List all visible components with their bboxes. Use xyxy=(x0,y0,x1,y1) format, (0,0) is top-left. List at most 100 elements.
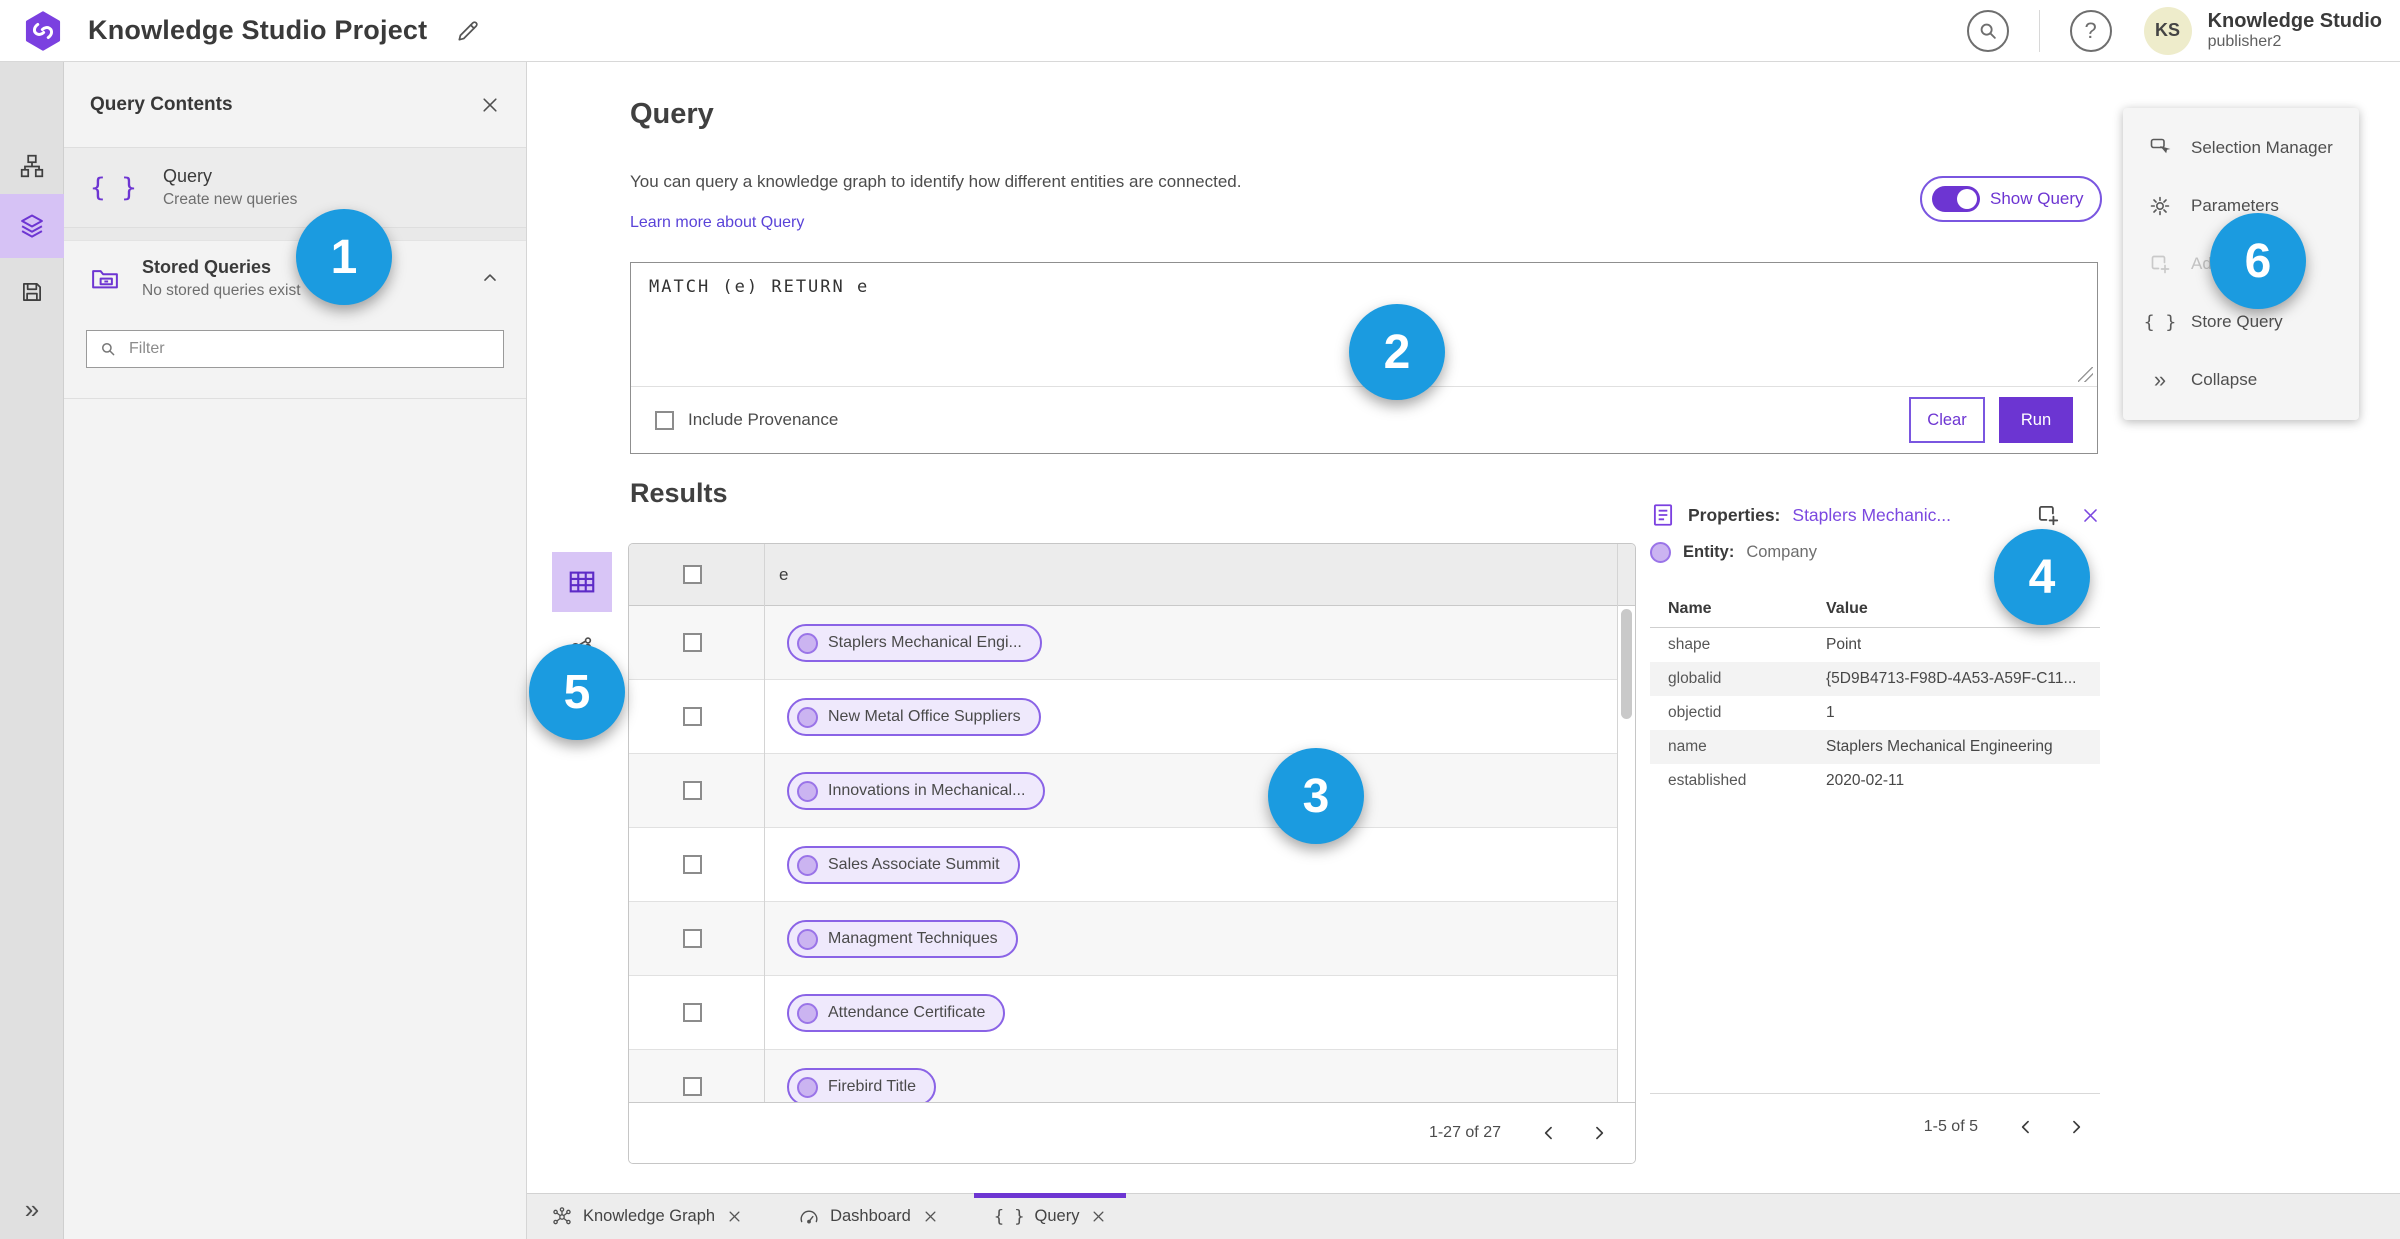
panel-item-query[interactable]: { } Query Create new queries xyxy=(64,148,526,228)
include-provenance-label: Include Provenance xyxy=(688,410,839,429)
table-row: Staplers Mechanical Engi... xyxy=(629,606,1617,680)
rail-layers-button-active[interactable] xyxy=(0,194,64,258)
top-bar-right: ? KS Knowledge Studio publisher2 xyxy=(1966,6,2382,55)
filter-input[interactable] xyxy=(129,340,491,358)
entity-pill[interactable]: Attendance Certificate xyxy=(787,994,1006,1032)
help-button[interactable]: ? xyxy=(2069,9,2112,52)
rail-save-button[interactable] xyxy=(0,266,64,318)
entity-dot-icon xyxy=(797,1002,818,1024)
entity-pill-label: New Metal Office Suppliers xyxy=(828,708,1021,725)
menu-item-label: Selection Manager xyxy=(2191,138,2333,157)
tab-dashboard[interactable]: Dashboard xyxy=(782,1194,954,1239)
next-page-button[interactable] xyxy=(2058,1109,2094,1145)
property-value: {5D9B4713-F98D-4A53-A59F-C11... xyxy=(1826,670,2077,687)
search-icon xyxy=(102,343,115,356)
close-icon[interactable] xyxy=(923,1209,938,1224)
top-bar: Knowledge Studio Project ? KS Knowledge … xyxy=(0,0,2400,62)
row-checkbox[interactable] xyxy=(683,1003,702,1022)
layers-icon xyxy=(21,214,43,238)
next-page-button[interactable] xyxy=(1581,1115,1617,1151)
property-row: shape Point xyxy=(1650,628,2100,662)
properties-doc-icon xyxy=(1650,502,1676,528)
collapse-caret-icon[interactable] xyxy=(480,268,500,288)
entity-pill[interactable]: Sales Associate Summit xyxy=(787,846,1020,884)
table-view-button-active[interactable] xyxy=(552,552,612,612)
toggle-knob xyxy=(1957,189,1977,209)
property-name: shape xyxy=(1668,636,1711,653)
results-title: Results xyxy=(630,478,728,508)
app-logo-icon[interactable] xyxy=(22,10,64,52)
show-query-label: Show Query xyxy=(1990,189,2084,208)
menu-item-label: Collapse xyxy=(2191,370,2258,389)
property-name: objectid xyxy=(1668,704,1722,721)
include-provenance-checkbox[interactable] xyxy=(655,410,674,430)
entity-pill-label: Innovations in Mechanical... xyxy=(828,782,1026,799)
table-row: Sales Associate Summit xyxy=(629,828,1617,902)
left-rail: » xyxy=(0,62,64,1239)
properties-close-icon[interactable] xyxy=(2081,506,2100,525)
search-button[interactable] xyxy=(1966,9,2009,52)
show-query-toggle[interactable]: Show Query xyxy=(1920,176,2102,222)
curly-braces-icon: { } xyxy=(90,172,137,203)
select-all-checkbox[interactable] xyxy=(683,565,702,584)
row-checkbox[interactable] xyxy=(683,781,702,800)
row-checkbox[interactable] xyxy=(683,1077,702,1096)
panel-item-stored-queries[interactable]: Stored Queries No stored queries exist xyxy=(64,242,526,314)
toggle-track xyxy=(1932,186,1980,212)
run-button[interactable]: Run xyxy=(1999,397,2073,443)
panel-close-icon[interactable] xyxy=(480,95,500,115)
entity-pill-label: Managment Techniques xyxy=(828,930,998,947)
close-icon[interactable] xyxy=(727,1209,742,1224)
double-chevron-right-icon: » xyxy=(24,1194,40,1224)
rail-expand-button[interactable]: » xyxy=(0,1194,64,1225)
row-checkbox[interactable] xyxy=(683,707,702,726)
entity-pill[interactable]: Firebird Title xyxy=(787,1068,937,1106)
tab-knowledge-graph[interactable]: Knowledge Graph xyxy=(535,1194,758,1239)
annotation-marker-2: 2 xyxy=(1349,304,1445,400)
avatar[interactable]: KS xyxy=(2143,6,2192,55)
menu-item-selection-manager[interactable]: Selection Manager xyxy=(2123,119,2359,177)
close-icon[interactable] xyxy=(1091,1209,1106,1224)
resize-handle[interactable] xyxy=(2078,367,2093,382)
entity-dot-icon xyxy=(797,780,818,802)
add-to-icon xyxy=(2147,252,2173,276)
learn-more-link[interactable]: Learn more about Query xyxy=(630,214,804,232)
stored-item-title: Stored Queries xyxy=(142,256,272,277)
entity-dot-icon xyxy=(797,706,818,728)
tab-query-active[interactable]: { } Query xyxy=(973,1193,1127,1239)
row-checkbox[interactable] xyxy=(683,633,702,652)
entity-dot-icon xyxy=(797,1076,818,1098)
table-row: Attendance Certificate xyxy=(629,976,1617,1050)
row-checkbox[interactable] xyxy=(683,855,702,874)
property-value: Point xyxy=(1826,636,1862,653)
property-row: established 2020-02-11 xyxy=(1650,764,2100,798)
properties-entity-link[interactable]: Staplers Mechanic... xyxy=(1792,505,1951,526)
previous-page-button[interactable] xyxy=(1531,1115,1567,1151)
add-to-selection-icon[interactable] xyxy=(2035,502,2061,528)
app-root: Knowledge Studio Project ? KS Knowledge … xyxy=(0,0,2400,1239)
dashboard-gauge-icon xyxy=(798,1206,820,1228)
panel-header: Query Contents xyxy=(64,62,526,148)
results-table-header: e xyxy=(629,544,1635,606)
query-text-input[interactable]: MATCH (e) RETURN e xyxy=(649,277,869,297)
menu-item-collapse[interactable]: » Collapse xyxy=(2123,351,2359,409)
entity-value: Company xyxy=(1746,543,1817,561)
entity-pill[interactable]: New Metal Office Suppliers xyxy=(787,698,1041,736)
previous-page-button[interactable] xyxy=(2008,1109,2044,1145)
entity-dot-icon xyxy=(1650,542,1671,563)
edit-title-icon[interactable] xyxy=(455,18,481,44)
row-checkbox[interactable] xyxy=(683,929,702,948)
entity-pill[interactable]: Staplers Mechanical Engi... xyxy=(787,624,1042,662)
entity-pill[interactable]: Managment Techniques xyxy=(787,920,1018,958)
panel-item-query-text: Query Create new queries xyxy=(163,166,297,209)
project-title: Knowledge Studio Project xyxy=(88,15,428,45)
entity-pill[interactable]: Innovations in Mechanical... xyxy=(787,772,1046,810)
rail-hierarchy-button[interactable] xyxy=(0,140,64,192)
clear-button[interactable]: Clear xyxy=(1909,397,1985,443)
pagination-range: 1-5 of 5 xyxy=(1923,1118,1978,1135)
double-chevron-right-icon: » xyxy=(2153,367,2167,392)
chevron-right-icon xyxy=(2073,1120,2081,1134)
panel-title: Query Contents xyxy=(90,93,233,115)
curly-braces-icon: { } xyxy=(2143,311,2177,333)
scrollbar-thumb[interactable] xyxy=(1621,609,1632,719)
